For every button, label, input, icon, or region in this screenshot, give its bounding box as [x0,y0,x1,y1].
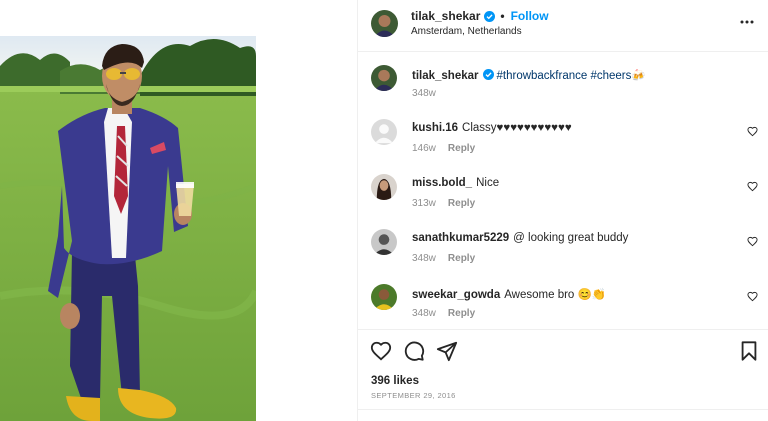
comment-text-line: kushi.16 Classy♥♥♥♥♥♥♥♥♥♥♥ [412,122,572,134]
comment-like-heart-icon[interactable] [747,291,758,302]
bookmark-icon[interactable] [738,340,760,362]
comment-like-heart-icon[interactable] [747,181,758,192]
comment-meta: 348w Reply [412,308,475,319]
share-icon[interactable] [436,340,458,362]
comment-time[interactable]: 348w [412,253,436,264]
commenter-username[interactable]: sanathkumar5229 [412,232,509,244]
author-avatar[interactable] [371,10,398,37]
comment-like-heart-icon[interactable] [747,126,758,137]
commenter-username[interactable]: sweekar_gowda [412,289,500,301]
comment-icon[interactable] [403,340,425,362]
comment-meta: 348w Reply [412,253,475,264]
comment-text-line: sanathkumar5229 @ looking great buddy [412,232,628,244]
author-username[interactable]: tilak_shekar [411,9,480,23]
comment-text-line: sweekar_gowda Awesome bro 😊👏 [412,287,606,301]
reply-button[interactable]: Reply [448,253,475,264]
separator-dot: • [500,9,505,23]
comment-meta: 313w Reply [412,198,475,209]
verified-badge-icon [484,10,496,22]
comment-like-heart-icon[interactable] [747,236,758,247]
reply-button[interactable]: Reply [448,143,475,154]
comment-text: Nice [476,177,500,189]
commenter-username[interactable]: miss.bold_ [412,177,472,189]
post-actions: 396 likes SEPTEMBER 29, 2016 [358,329,768,421]
commenter-avatar[interactable] [371,174,397,200]
more-options-icon[interactable] [739,14,755,30]
author-line: tilak_shekar • Follow [411,9,549,23]
caption-text[interactable]: #throwbackfrance #cheers🍻 [497,70,646,82]
commenter-avatar[interactable] [371,284,397,310]
comment-text: @ looking great buddy [513,232,629,244]
caption-time[interactable]: 348w [412,88,436,99]
caption-text-line: tilak_shekar #throwbackfrance #cheers🍻 [412,68,646,82]
comment-text: Awesome bro 😊👏 [504,289,607,301]
instagram-post: tilak_shekar • Follow Amsterdam, Netherl… [0,0,768,421]
commenter-avatar[interactable] [371,119,397,145]
reply-button[interactable]: Reply [448,198,475,209]
post-date[interactable]: SEPTEMBER 29, 2016 [371,391,456,400]
comment-meta: 146w Reply [412,143,475,154]
comment-text: Classy♥♥♥♥♥♥♥♥♥♥♥ [462,122,572,134]
comment-time[interactable]: 313w [412,198,436,209]
likes-count[interactable]: 396 likes [371,375,419,387]
verified-badge-icon [482,69,494,80]
comment-row: miss.bold_ Nice 313w Reply [358,173,768,213]
post-header: tilak_shekar • Follow Amsterdam, Netherl… [358,0,768,52]
post-location[interactable]: Amsterdam, Netherlands [411,26,522,37]
post-side-panel: tilak_shekar • Follow Amsterdam, Netherl… [357,0,768,421]
commenter-username[interactable]: kushi.16 [412,122,458,134]
comment-time[interactable]: 348w [412,308,436,319]
comment-text-line: miss.bold_ Nice [412,177,499,189]
heart-icon[interactable] [370,340,392,362]
post-photo[interactable] [0,36,256,421]
comments-list[interactable]: tilak_shekar #throwbackfrance #cheers🍻 34… [358,52,768,328]
comment-row: sanathkumar5229 @ looking great buddy 348… [358,228,768,268]
panel-bottom-divider [358,409,768,410]
reply-button[interactable]: Reply [448,308,475,319]
caption-row: tilak_shekar #throwbackfrance #cheers🍻 34… [358,64,768,104]
follow-button[interactable]: Follow [511,9,549,23]
caption-username[interactable]: tilak_shekar [412,70,479,82]
media-area [0,0,357,421]
comment-time[interactable]: 146w [412,143,436,154]
commenter-avatar[interactable] [371,229,397,255]
comment-row: kushi.16 Classy♥♥♥♥♥♥♥♥♥♥♥ 146w Reply [358,118,768,158]
comment-row: sweekar_gowda Awesome bro 😊👏 348w Reply [358,283,768,323]
caption-author-avatar[interactable] [371,65,397,91]
